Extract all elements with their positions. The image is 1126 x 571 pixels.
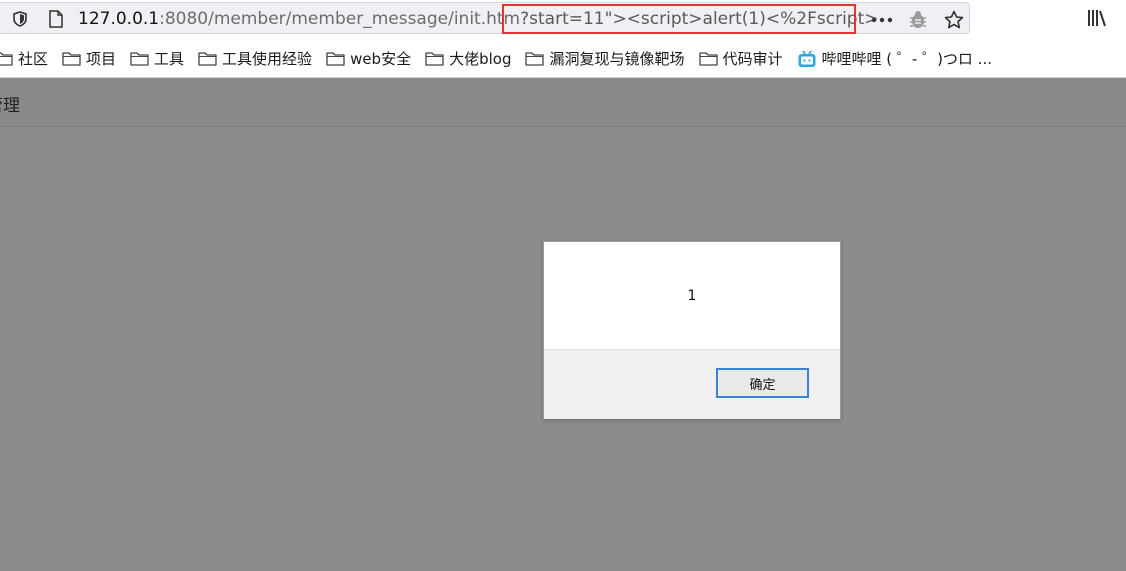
bookmark-label: 漏洞复现与镜像靶场 <box>549 50 685 68</box>
ok-button[interactable]: 确定 <box>716 368 809 398</box>
page-icon[interactable] <box>48 10 64 28</box>
bookmark-item[interactable]: 漏洞复现与镜像靶场 <box>519 44 692 74</box>
bilibili-icon <box>798 50 816 67</box>
bookmark-item[interactable]: 社区 <box>0 44 56 74</box>
bookmark-item[interactable]: web安全 <box>320 44 419 74</box>
bookmark-label: 代码审计 <box>722 50 783 68</box>
folder-icon <box>62 52 81 66</box>
folder-icon <box>698 52 718 66</box>
bookmark-label: 大佬blog <box>449 50 512 68</box>
bookmark-item[interactable]: 代码审计 <box>693 44 791 74</box>
folder-icon <box>525 52 545 66</box>
bug-icon[interactable] <box>906 9 930 31</box>
folder-icon <box>425 52 444 66</box>
bookmark-star-icon[interactable] <box>942 9 966 31</box>
bookmark-item[interactable]: 工具使用经验 <box>192 44 320 74</box>
alert-dialog: 1 确定 <box>543 241 841 419</box>
bookmarks-toolbar: 社区 项目 工具 工具使用经验 web安全 大佬blog 漏洞复现与镜像靶场 代码审计 哔哩哔哩… <box>0 40 1126 78</box>
library-icon[interactable] <box>1086 8 1108 28</box>
folder-icon <box>0 52 13 66</box>
folder-icon <box>130 52 149 66</box>
page-header: 管理 <box>0 79 1126 127</box>
browser-toolbar: 127.0.0.1:8080/member/member_message/ini… <box>0 0 1126 40</box>
bookmark-label: 社区 <box>18 50 49 68</box>
alert-message: 1 <box>687 288 697 304</box>
folder-icon <box>326 52 345 66</box>
more-actions-icon[interactable] <box>870 9 894 31</box>
shield-icon[interactable] <box>12 11 28 27</box>
url-highlight-box <box>502 4 856 34</box>
url-host: 127.0.0.1 <box>78 9 160 29</box>
bookmark-label: 工具使用经验 <box>222 50 313 68</box>
bookmark-label: 工具 <box>154 50 185 68</box>
bookmark-label: 项目 <box>86 50 117 68</box>
url-actions <box>870 9 966 31</box>
folder-icon <box>198 52 217 66</box>
bookmark-label: web安全 <box>350 50 412 68</box>
url-path: :8080/member/member_message/init.htm <box>159 9 521 29</box>
bookmark-label: 哔哩哔哩 ( ゜- ゜)つロ ... <box>821 50 993 68</box>
bookmark-item[interactable]: 哔哩哔哩 ( ゜- ゜)つロ ... <box>791 44 1001 74</box>
alert-footer: 确定 <box>544 349 840 419</box>
bookmark-item[interactable]: 大佬blog <box>419 44 519 74</box>
bookmark-item[interactable]: 工具 <box>124 44 192 74</box>
bookmark-item[interactable]: 项目 <box>56 44 124 74</box>
page-title: 管理 <box>0 96 20 116</box>
